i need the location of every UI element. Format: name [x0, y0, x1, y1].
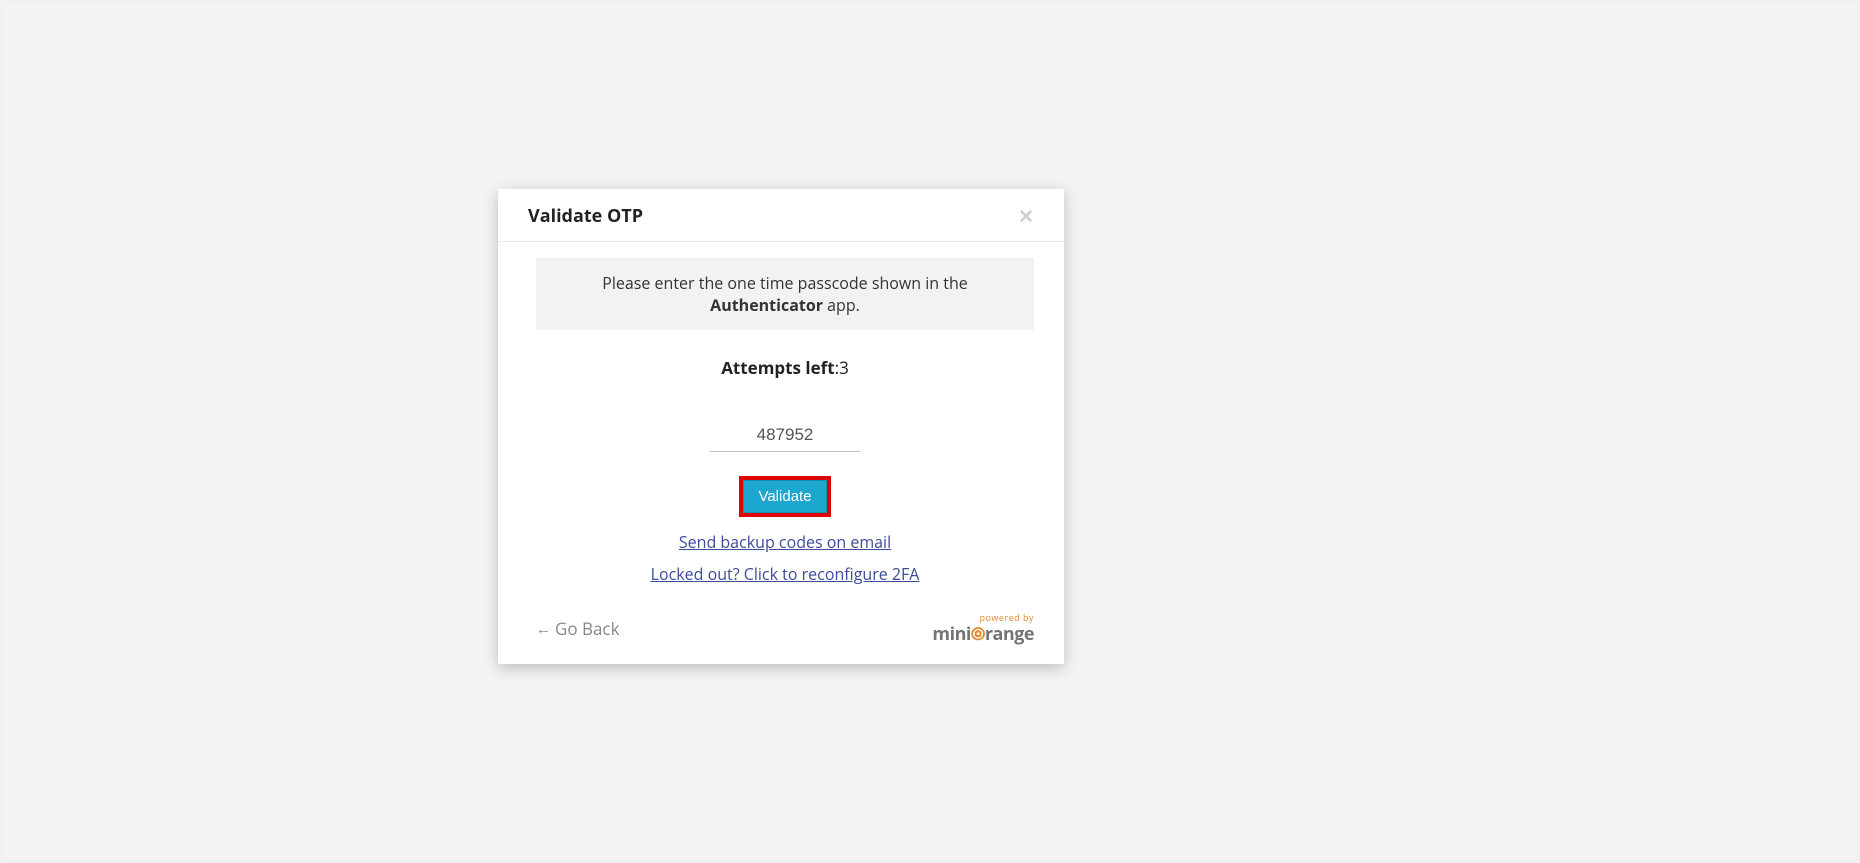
miniorange-brand: mini⦾range: [932, 622, 1034, 646]
brand-range: range: [985, 622, 1034, 646]
modal-footer: ← Go Back powered by mini⦾range: [498, 605, 1064, 664]
attempts-value: :3: [835, 356, 849, 379]
validate-button[interactable]: Validate: [743, 480, 826, 513]
modal-header: Validate OTP ✕: [498, 189, 1064, 242]
send-backup-codes-link[interactable]: Send backup codes on email: [679, 531, 891, 553]
otp-input-container: [536, 421, 1034, 452]
close-icon[interactable]: ✕: [1018, 203, 1034, 229]
attempts-label: Attempts left: [721, 356, 834, 379]
brand-mini: mini: [932, 622, 971, 646]
go-back-label: Go Back: [555, 617, 620, 640]
instruction-suffix: app.: [823, 294, 860, 316]
locked-link-row: Locked out? Click to reconfigure 2FA: [536, 563, 1034, 585]
reconfigure-2fa-link[interactable]: Locked out? Click to reconfigure 2FA: [651, 563, 920, 585]
otp-input[interactable]: [710, 421, 860, 452]
attempts-left: Attempts left:3: [536, 356, 1034, 379]
backup-link-row: Send backup codes on email: [536, 531, 1034, 553]
instruction-text: Please enter the one time passcode shown…: [536, 258, 1034, 330]
modal-body: Please enter the one time passcode shown…: [498, 242, 1064, 605]
modal-title: Validate OTP: [528, 204, 643, 228]
instruction-prefix: Please enter the one time passcode shown…: [602, 272, 968, 294]
arrow-left-icon: ←: [536, 619, 551, 639]
validate-otp-modal: Validate OTP ✕ Please enter the one time…: [498, 189, 1064, 664]
validate-highlight: Validate: [739, 476, 830, 517]
powered-by-logo: powered by mini⦾range: [932, 611, 1034, 646]
orange-o-icon: ⦾: [971, 622, 985, 646]
instruction-bold: Authenticator: [710, 294, 823, 316]
validate-container: Validate: [536, 476, 1034, 517]
go-back-button[interactable]: ← Go Back: [536, 617, 620, 640]
